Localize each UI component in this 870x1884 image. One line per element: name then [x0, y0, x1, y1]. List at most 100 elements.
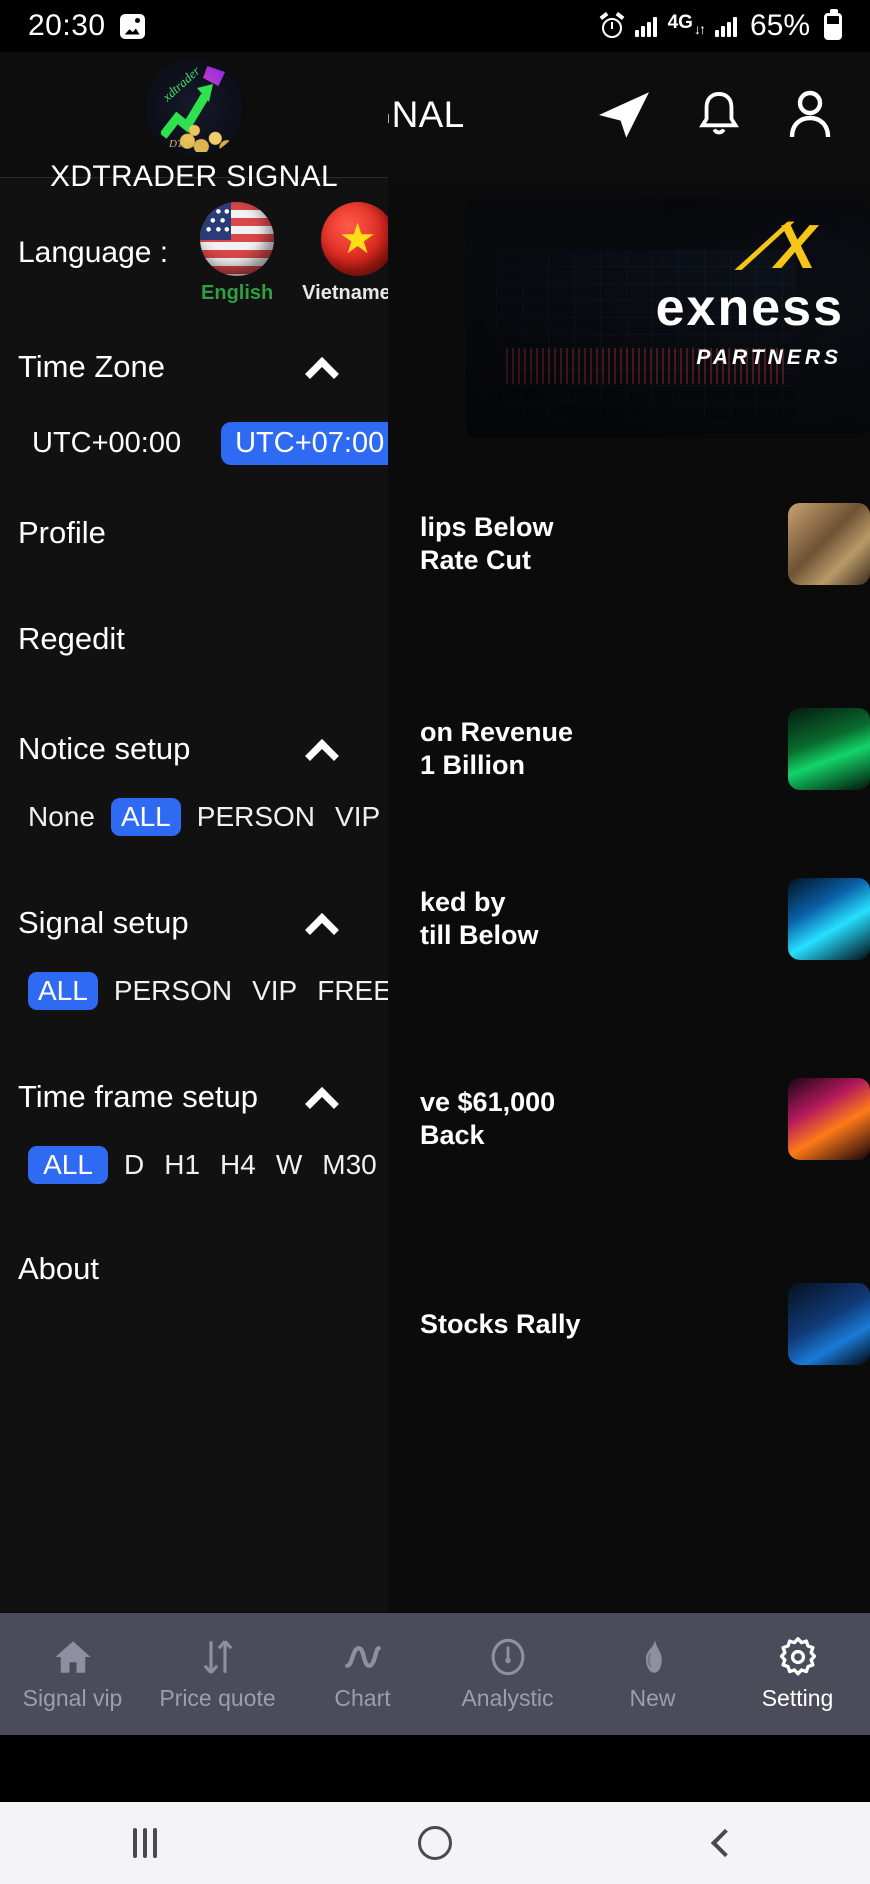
chevron-up-icon[interactable]	[304, 910, 346, 936]
nav-item-chart[interactable]: Chart	[290, 1636, 435, 1712]
signal-setup-label: Signal setup	[18, 905, 189, 940]
sidebar-item-regedit[interactable]: Regedit	[0, 586, 388, 692]
back-chevron-icon[interactable]	[580, 1828, 870, 1858]
android-system-nav[interactable]	[0, 1802, 870, 1884]
timeframe-option-m30[interactable]: M30	[312, 1146, 386, 1184]
time-zone-option-utc7[interactable]: UTC+07:00	[221, 421, 388, 465]
status-bar: 20:30 4G ↓↑ 65%	[0, 0, 870, 52]
nav-item-signal-vip[interactable]: Signal vip	[0, 1636, 145, 1712]
time-zone-label: Time Zone	[18, 349, 166, 384]
chevron-up-icon[interactable]	[304, 1084, 346, 1110]
bottom-navigation[interactable]: Signal vip Price quote Chart Analystic N…	[0, 1613, 870, 1735]
notice-option-none[interactable]: None	[18, 798, 105, 836]
nav-label: Chart	[334, 1685, 391, 1711]
chevron-up-icon[interactable]	[304, 736, 346, 762]
chevron-up-icon[interactable]	[304, 354, 346, 380]
bell-icon[interactable]	[696, 89, 742, 141]
battery-percent-label: 65%	[749, 9, 810, 42]
sidebar-item-profile[interactable]: Profile	[0, 480, 388, 586]
signal-option-all[interactable]: ALL	[28, 972, 98, 1010]
timeframe-option-h1[interactable]: H1	[154, 1146, 210, 1184]
profile-icon[interactable]	[786, 89, 834, 141]
time-frame-setup-options: ALL D H1 H4 W M30 M15	[0, 1136, 388, 1194]
alarm-icon	[599, 11, 624, 38]
language-option-vietnamese[interactable]: ★ Vietnamese	[302, 201, 388, 305]
regedit-label: Regedit	[18, 621, 125, 656]
timeframe-option-h4[interactable]: H4	[210, 1146, 266, 1184]
news-thumb-money	[788, 503, 870, 585]
news-thumb-green-chart	[788, 708, 870, 790]
signal-option-free[interactable]: FREE	[307, 972, 388, 1010]
home-circle-icon[interactable]	[290, 1826, 580, 1860]
language-caption: English	[201, 281, 274, 304]
chart-line-icon	[344, 1646, 381, 1668]
header-actions	[596, 89, 848, 141]
list-item[interactable]: ked by till Below	[420, 878, 870, 960]
timeframe-option-w[interactable]: W	[266, 1146, 312, 1184]
list-item[interactable]: ve $61,000 Back	[420, 1078, 870, 1160]
news-thumb-bitcoin	[788, 1078, 870, 1160]
time-zone-section-header[interactable]: Time Zone	[0, 328, 388, 406]
language-row: Language : English ★ Vietnamese	[0, 178, 388, 328]
settings-drawer[interactable]: xdtrader DTrader XDTRADER SIGNAL Languag…	[0, 52, 388, 1612]
notice-option-person[interactable]: PERSON	[187, 798, 325, 836]
time-frame-setup-section-header[interactable]: Time frame setup	[0, 1058, 388, 1136]
exness-banner-ad[interactable]: ⟋X exness PARTNERS	[466, 198, 870, 438]
list-item[interactable]: Stocks Rally	[420, 1283, 870, 1365]
flame-icon	[645, 1639, 662, 1673]
nav-item-setting[interactable]: Setting	[725, 1636, 870, 1712]
signal-option-person[interactable]: PERSON	[104, 972, 242, 1010]
nav-gap	[0, 1735, 870, 1802]
timeframe-option-d[interactable]: D	[114, 1146, 154, 1184]
swap-arrows-icon	[203, 1640, 232, 1674]
notice-option-vip[interactable]: VIP	[325, 798, 388, 836]
list-item[interactable]: lips Below Rate Cut	[420, 503, 870, 585]
time-frame-setup-label: Time frame setup	[18, 1079, 259, 1114]
nav-item-price-quote[interactable]: Price quote	[145, 1636, 290, 1712]
news-headline: ked by till Below	[420, 887, 539, 950]
nav-item-new[interactable]: New	[580, 1636, 725, 1712]
notice-setup-label: Notice setup	[18, 731, 191, 766]
timeframe-option-all[interactable]: ALL	[28, 1146, 108, 1184]
language-caption: Vietnamese	[302, 281, 388, 304]
drawer-body: Language : English ★ Vietnamese Time Zon…	[0, 178, 388, 1322]
list-item[interactable]: on Revenue 1 Billion	[420, 708, 870, 790]
notice-setup-section-header[interactable]: Notice setup	[0, 710, 388, 788]
news-headline: lips Below Rate Cut	[420, 512, 554, 575]
notice-setup-options: None ALL PERSON VIP FREE	[0, 788, 388, 846]
time-zone-options: UTC+00:00 UTC+07:00	[0, 406, 388, 480]
time-zone-option-utc0[interactable]: UTC+00:00	[18, 422, 195, 465]
news-thumb-dark	[788, 1283, 870, 1365]
news-thumb-blue-tech	[788, 878, 870, 960]
status-time: 20:30	[28, 9, 106, 42]
news-headline: on Revenue 1 Billion	[420, 717, 574, 780]
banner-tagline: PARTNERS	[696, 346, 842, 369]
language-option-english[interactable]: English	[200, 201, 275, 305]
nav-item-analystic[interactable]: Analystic	[435, 1636, 580, 1712]
image-icon	[119, 13, 145, 39]
nav-label: Setting	[761, 1685, 834, 1711]
data-transfer-icon: ↓↑	[693, 21, 706, 37]
drawer-header: xdtrader DTrader XDTRADER SIGNAL	[0, 52, 388, 193]
us-flag-icon	[200, 201, 275, 276]
timeframe-option-m15[interactable]: M15	[387, 1146, 388, 1184]
profile-label: Profile	[18, 515, 106, 550]
gauge-icon	[491, 1638, 524, 1676]
vietnam-flag-icon: ★	[320, 201, 388, 276]
network-type-icon: 4G ↓↑	[668, 13, 706, 37]
nav-label: Price quote	[159, 1685, 276, 1711]
home-icon	[55, 1641, 90, 1673]
language-label: Language :	[18, 236, 169, 269]
signal-setup-section-header[interactable]: Signal setup	[0, 884, 388, 962]
exness-logo-icon: ⟋X	[737, 213, 816, 282]
sidebar-item-about[interactable]: About	[0, 1216, 388, 1322]
telegram-icon[interactable]	[596, 90, 652, 140]
about-label: About	[18, 1251, 100, 1286]
nav-label: Analystic	[461, 1685, 554, 1711]
signal-option-vip[interactable]: VIP	[242, 972, 307, 1010]
recent-apps-icon[interactable]	[0, 1828, 290, 1858]
xdtrader-logo-icon: xdtrader DTrader	[145, 58, 243, 156]
battery-icon	[824, 8, 842, 40]
notice-option-all[interactable]: ALL	[110, 798, 181, 836]
language-options: English ★ Vietnamese	[200, 201, 388, 305]
